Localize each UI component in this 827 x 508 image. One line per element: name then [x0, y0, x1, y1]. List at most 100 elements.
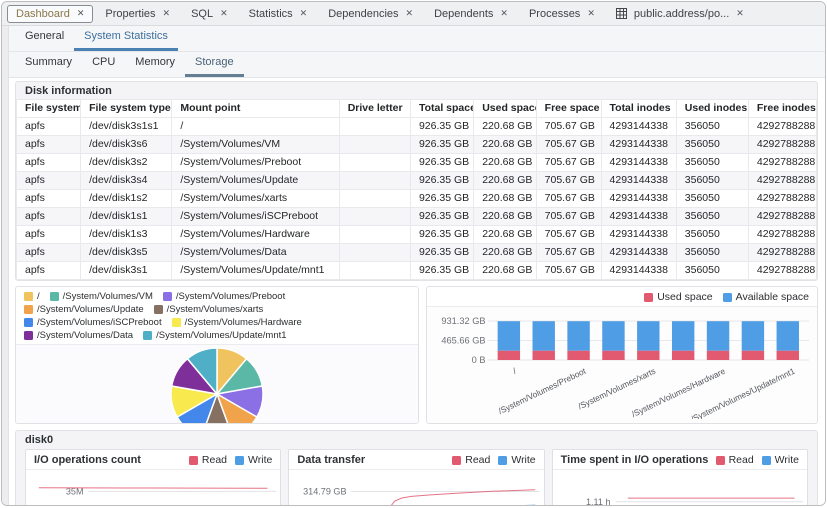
- close-icon[interactable]: ✕: [587, 9, 595, 18]
- table-cell: [339, 208, 410, 226]
- tab-general[interactable]: General: [15, 26, 74, 51]
- table-cell: 926.35 GB: [410, 208, 473, 226]
- disk0-charts-row: I/O operations countReadWrite35M30MData …: [16, 448, 817, 505]
- column-header-total-space: Total space: [410, 100, 473, 118]
- bar-available-: [498, 321, 520, 351]
- table-cell: 926.35 GB: [410, 226, 473, 244]
- legend-swatch: [24, 292, 33, 301]
- column-header-free-inodes: Free inodes: [748, 100, 816, 118]
- legend-swatch: [762, 456, 771, 465]
- tab-summary[interactable]: Summary: [15, 51, 82, 77]
- legend-label: Available space: [736, 291, 809, 303]
- table-cell: 705.67 GB: [536, 244, 601, 262]
- window-tab-dashboard[interactable]: Dashboard✕: [7, 5, 93, 23]
- legend-swatch: [723, 293, 732, 302]
- table-cell: /dev/disk1s2: [81, 190, 172, 208]
- bar-used-system-volumes-update-mnt1: [777, 351, 799, 360]
- legend-label: /System/Volumes/Hardware: [185, 317, 302, 328]
- table-row: apfs/dev/disk3s5/System/Volumes/Data926.…: [17, 244, 817, 262]
- table-cell: apfs: [17, 244, 81, 262]
- legend-swatch: [163, 292, 172, 301]
- table-cell: 926.35 GB: [410, 262, 473, 280]
- table-cell: 4293144338: [601, 172, 676, 190]
- bar-used-system-volumes-update: [602, 351, 624, 360]
- disk-table-header: File systemFile system typeMount pointDr…: [17, 100, 817, 118]
- line-chart-data-transfer: 314.79 GB: [289, 476, 543, 505]
- chart-card-time-spent-io: Time spent in I/O operationsReadWrite1.1…: [552, 449, 808, 505]
- window-tab-statistics[interactable]: Statistics✕: [240, 5, 317, 23]
- tab-label: Dependencies: [328, 8, 398, 20]
- pie-chart-legend: //System/Volumes/VM/System/Volumes/Prebo…: [16, 287, 418, 345]
- close-icon[interactable]: ✕: [163, 9, 171, 18]
- window-tab-dependencies[interactable]: Dependencies ✕: [319, 5, 422, 23]
- table-cell: /dev/disk3s4: [81, 172, 172, 190]
- legend-item-read: Read: [189, 454, 227, 466]
- close-icon[interactable]: ✕: [300, 9, 308, 18]
- table-cell: 220.68 GB: [474, 136, 536, 154]
- legend-item-available-space: Available space: [723, 291, 809, 303]
- chart-title: Data transfer: [297, 454, 365, 466]
- close-icon[interactable]: ✕: [406, 9, 414, 18]
- legend-swatch: [154, 305, 163, 314]
- line-chart-time-spent-io: 1.11 h: [553, 476, 807, 505]
- table-cell: apfs: [17, 154, 81, 172]
- table-cell: 926.35 GB: [410, 118, 473, 136]
- legend-item-write: Write: [762, 454, 799, 466]
- legend-label: Write: [775, 454, 799, 466]
- legend-label: Used space: [657, 291, 712, 303]
- tab-storage[interactable]: Storage: [185, 51, 244, 77]
- table-cell: 705.67 GB: [536, 136, 601, 154]
- tab-memory[interactable]: Memory: [125, 51, 185, 77]
- window-tab-dependents[interactable]: Dependents✕: [425, 5, 517, 23]
- disk-table-body: apfs/dev/disk3s1s1/926.35 GB220.68 GB705…: [17, 118, 817, 280]
- table-cell: 220.68 GB: [474, 172, 536, 190]
- tab-system-statistics[interactable]: System Statistics: [74, 26, 178, 51]
- table-cell: 705.67 GB: [536, 118, 601, 136]
- legend-item-read: Read: [452, 454, 490, 466]
- disk0-panel: disk0 I/O operations countReadWrite35M30…: [15, 430, 818, 505]
- panel-left-edge: [2, 26, 9, 505]
- window-tab-properties[interactable]: Properties ✕: [96, 5, 179, 23]
- disk-information-panel: Disk information File systemFile system …: [15, 81, 818, 281]
- window-tab-public-address-po[interactable]: public.address/po... ✕: [607, 5, 753, 23]
- table-cell: apfs: [17, 262, 81, 280]
- table-cell: 220.68 GB: [474, 190, 536, 208]
- legend-label: /: [37, 291, 40, 302]
- table-cell: 4293144338: [601, 208, 676, 226]
- series-line-read: [39, 488, 268, 489]
- window-tab-processes[interactable]: Processes✕: [520, 5, 604, 23]
- table-row: apfs/dev/disk3s4/System/Volumes/Update92…: [17, 172, 817, 190]
- table-cell: 705.67 GB: [536, 226, 601, 244]
- window-tab-sql[interactable]: SQL✕: [182, 5, 237, 23]
- table-cell: /dev/disk3s1s1: [81, 118, 172, 136]
- bar-used-system-volumes-iscpreboot: [672, 351, 694, 360]
- chart-card-header: I/O operations count ReadWrite: [26, 450, 280, 470]
- tab-label: Properties: [105, 8, 155, 20]
- dashboard-nav: GeneralSystem Statistics: [9, 26, 825, 52]
- table-cell: /dev/disk1s1: [81, 208, 172, 226]
- tab-cpu[interactable]: CPU: [82, 51, 125, 77]
- table-cell: 356050: [676, 262, 748, 280]
- table-cell: 926.35 GB: [410, 172, 473, 190]
- table-cell: 4293144338: [601, 154, 676, 172]
- legend-label: Read: [729, 454, 754, 466]
- close-icon[interactable]: ✕: [500, 9, 508, 18]
- table-cell: /dev/disk3s5: [81, 244, 172, 262]
- column-header-total-inodes: Total inodes: [601, 100, 676, 118]
- legend-item-system-volumes-data: /System/Volumes/Data: [24, 330, 133, 341]
- table-cell: 356050: [676, 226, 748, 244]
- y-tick-label: 465.66 GB: [441, 335, 485, 345]
- close-icon[interactable]: ✕: [736, 9, 744, 18]
- close-icon[interactable]: ✕: [220, 9, 228, 18]
- chart-legend: Read Write: [716, 454, 799, 466]
- chart-legend: ReadWrite: [189, 454, 272, 466]
- table-cell: 4293144338: [601, 136, 676, 154]
- table-cell: 4293144338: [601, 118, 676, 136]
- tab-label: public.address/po...: [634, 8, 729, 20]
- close-icon[interactable]: ✕: [77, 9, 85, 18]
- table-cell: 356050: [676, 136, 748, 154]
- table-cell: 220.68 GB: [474, 208, 536, 226]
- disk-information-table: File systemFile system typeMount pointDr…: [16, 99, 817, 280]
- chart-title: I/O operations count: [34, 454, 141, 466]
- storage-scroll-area[interactable]: Disk information File systemFile system …: [9, 78, 825, 505]
